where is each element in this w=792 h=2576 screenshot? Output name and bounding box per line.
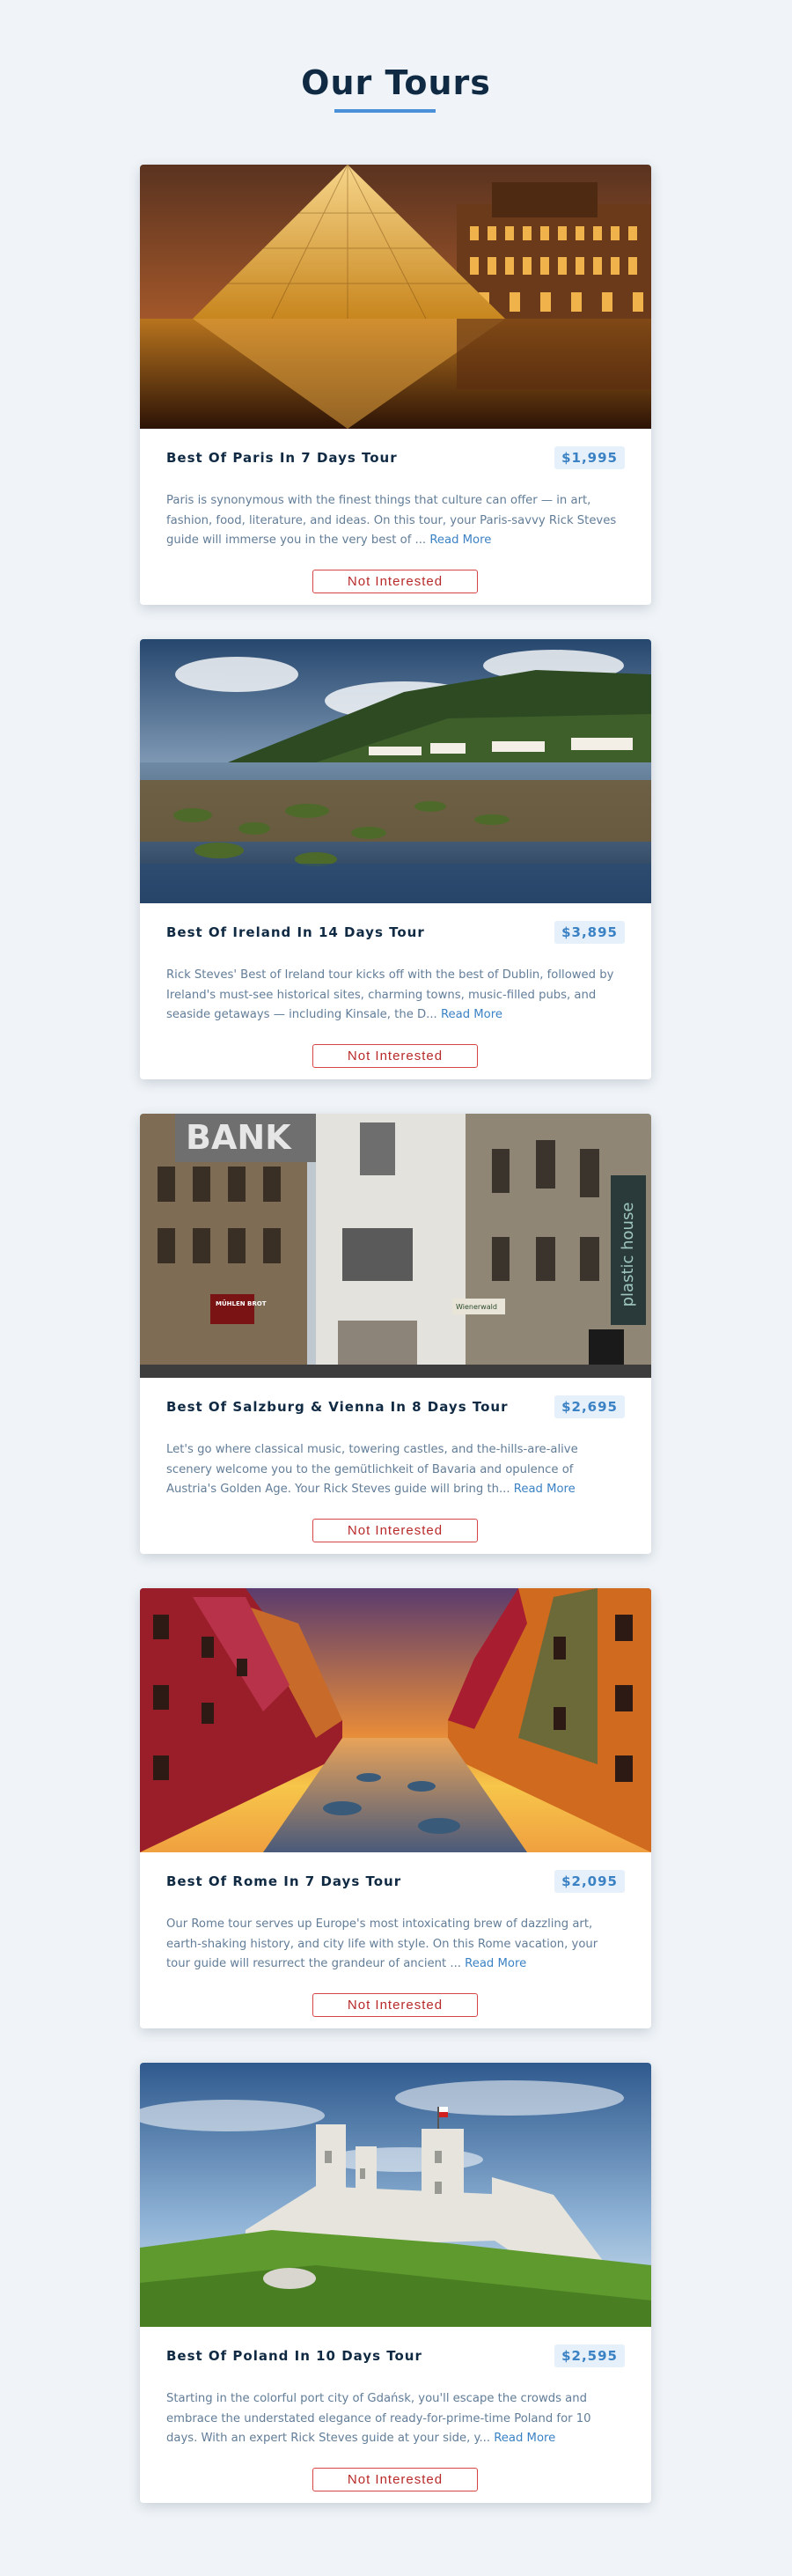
tour-price: $1,995 <box>554 446 625 469</box>
paris-louvre-pyramid-photo <box>140 165 651 429</box>
tour-info: Our Rome tour serves up Europe's most in… <box>166 1915 625 1975</box>
tour-info-text: Paris is synonymous with the finest thin… <box>166 494 617 547</box>
tour-info: Starting in the colorful port city of Gd… <box>166 2389 625 2449</box>
tour-name: Best Of Paris In 7 Days Tour <box>166 450 398 466</box>
ireland-coast-photo <box>140 639 651 903</box>
tour-name: Best Of Poland In 10 Days Tour <box>166 2348 422 2364</box>
tour-price: $2,095 <box>554 1870 625 1893</box>
read-more-link[interactable]: Read More <box>494 2432 555 2445</box>
title-underline <box>334 109 436 113</box>
tour-card-salzburg-vienna: BANK MÜHLEN BROT Wienerwald plastic hous… <box>140 1114 651 1554</box>
tour-name: Best Of Salzburg & Vienna In 8 Days Tour <box>166 1399 509 1415</box>
vienna-street-photo: BANK MÜHLEN BROT Wienerwald plastic hous… <box>140 1114 651 1378</box>
not-interested-button[interactable]: Not Interested <box>312 2468 478 2491</box>
not-interested-button[interactable]: Not Interested <box>312 1993 478 2017</box>
canal-sunset-photo <box>140 1588 651 1852</box>
tour-card-paris: Best Of Paris In 7 Days Tour $1,995 Pari… <box>140 165 651 605</box>
sign-bank: BANK <box>186 1118 292 1157</box>
read-more-link[interactable]: Read More <box>465 1957 526 1970</box>
read-more-link[interactable]: Read More <box>441 1008 502 1021</box>
sign-vertical: plastic house <box>619 1203 637 1307</box>
tour-info-text: Our Rome tour serves up Europe's most in… <box>166 1917 598 1970</box>
tour-name: Best Of Ireland In 14 Days Tour <box>166 924 425 940</box>
tour-info: Let's go where classical music, towering… <box>166 1440 625 1500</box>
read-more-link[interactable]: Read More <box>514 1483 576 1496</box>
not-interested-button[interactable]: Not Interested <box>312 570 478 593</box>
tour-info-text: Rick Steves' Best of Ireland tour kicks … <box>166 968 614 1021</box>
tour-card-ireland: Best Of Ireland In 14 Days Tour $3,895 R… <box>140 639 651 1079</box>
sign-bakery: MÜHLEN BROT <box>216 1299 267 1307</box>
tour-name: Best Of Rome In 7 Days Tour <box>166 1873 402 1889</box>
not-interested-button[interactable]: Not Interested <box>312 1519 478 1542</box>
tour-price: $2,695 <box>554 1395 625 1418</box>
tour-card-rome: Best Of Rome In 7 Days Tour $2,095 Our R… <box>140 1588 651 2028</box>
tour-price: $2,595 <box>554 2344 625 2367</box>
not-interested-button[interactable]: Not Interested <box>312 1044 478 1068</box>
tour-price: $3,895 <box>554 921 625 944</box>
tour-info: Rick Steves' Best of Ireland tour kicks … <box>166 966 625 1026</box>
tour-info: Paris is synonymous with the finest thin… <box>166 491 625 551</box>
sign-shop: Wienerwald <box>456 1303 497 1311</box>
poland-castle-ruins-photo <box>140 2063 651 2327</box>
tour-card-poland: Best Of Poland In 10 Days Tour $2,595 St… <box>140 2063 651 2503</box>
page-title: Our Tours <box>301 63 491 102</box>
read-more-link[interactable]: Read More <box>429 534 491 547</box>
